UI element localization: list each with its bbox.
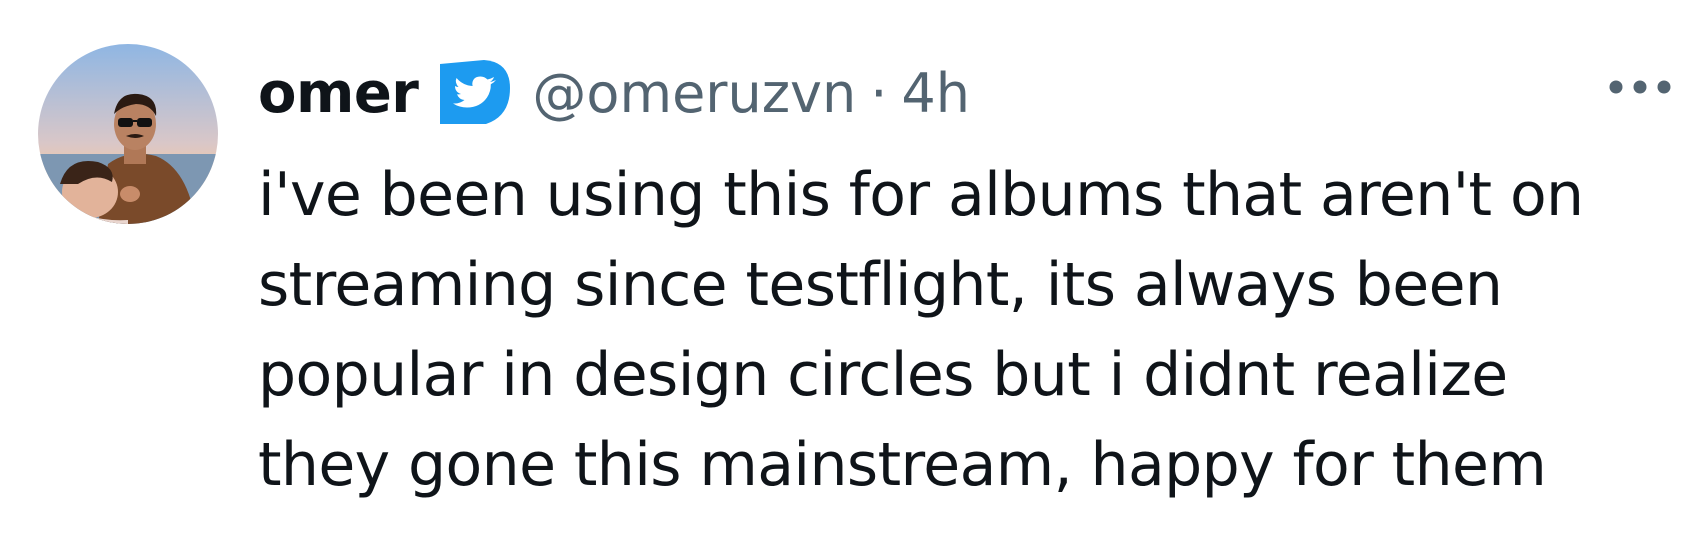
- twitter-bird-verified-icon[interactable]: [434, 58, 512, 128]
- avatar[interactable]: [38, 44, 218, 224]
- tweet-header: omer @omeruzvn · 4h: [258, 48, 970, 138]
- tweet: omer @omeruzvn · 4h i've been using this…: [0, 0, 1701, 534]
- avatar-photo: [38, 44, 218, 224]
- author-name[interactable]: omer: [258, 61, 419, 126]
- tweet-text: i've been using this for albums that are…: [258, 160, 1584, 500]
- tweet-timestamp[interactable]: 4h: [901, 62, 970, 125]
- separator-dot: ·: [870, 61, 888, 125]
- more-horizontal-icon[interactable]: [1604, 62, 1680, 112]
- author-handle[interactable]: @omeruzvn: [532, 62, 856, 125]
